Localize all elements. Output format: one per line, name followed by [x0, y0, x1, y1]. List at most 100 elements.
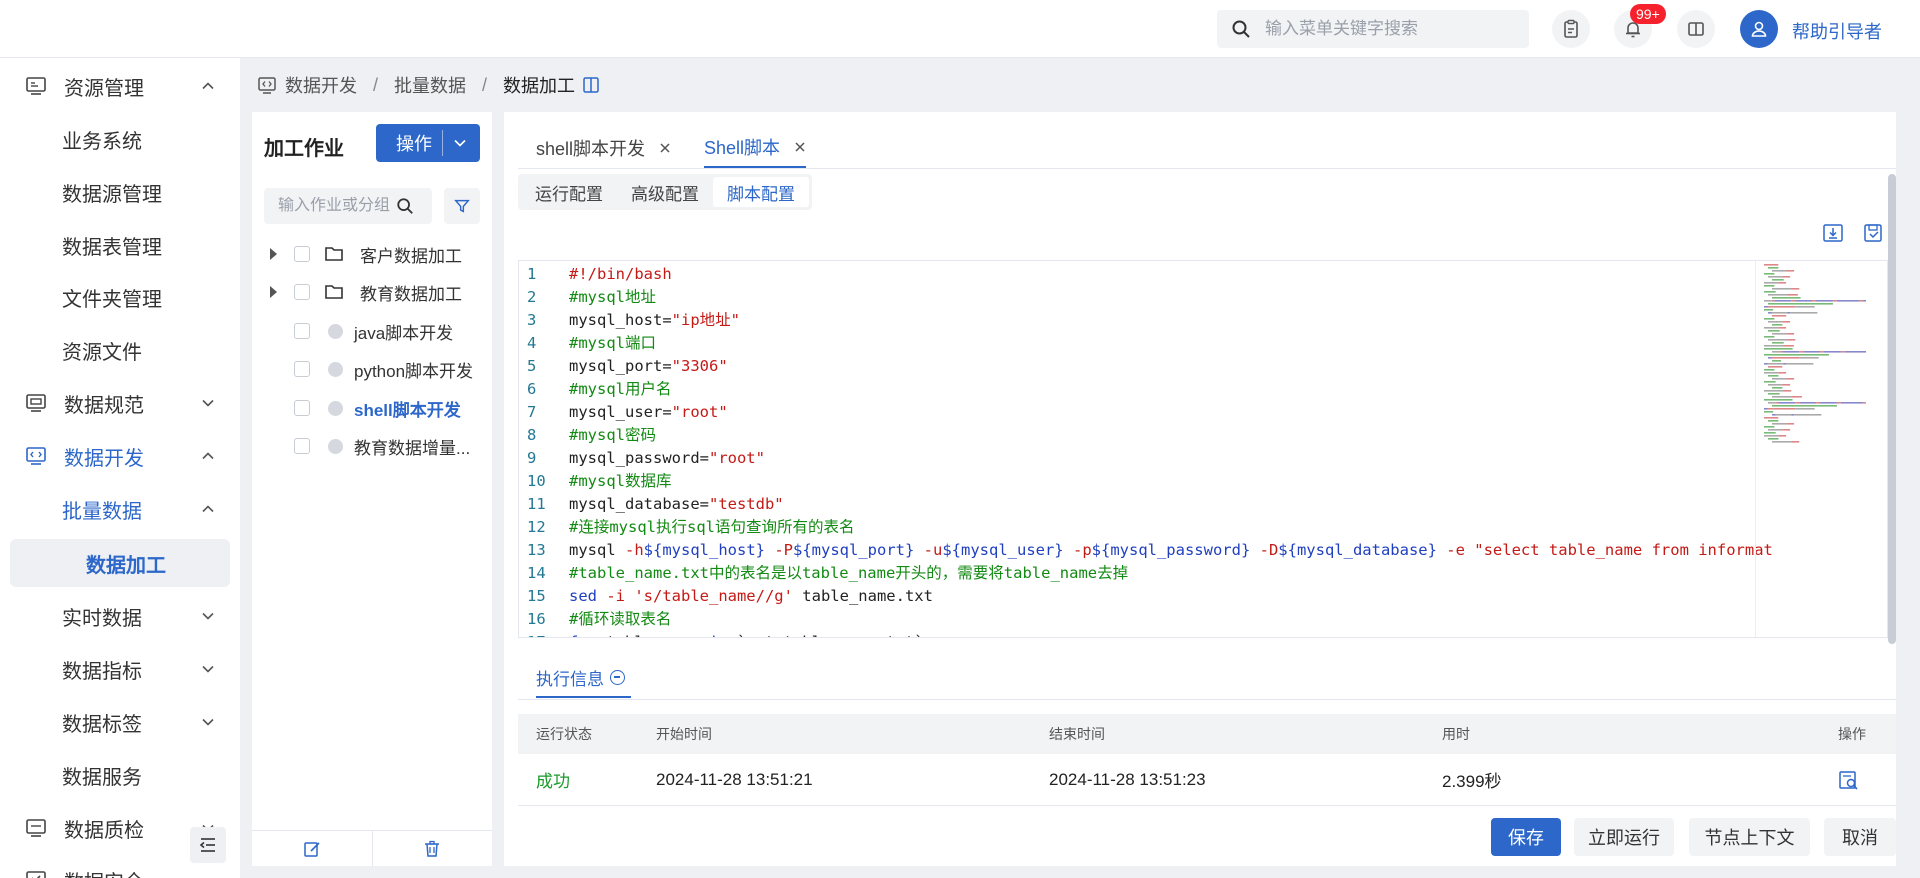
close-icon[interactable]	[794, 141, 806, 153]
line-number: 5	[527, 357, 537, 375]
delete-button[interactable]	[373, 831, 493, 866]
sidebar-item-data-service[interactable]: 数据服务	[10, 751, 230, 799]
caret-right-icon[interactable]	[270, 286, 277, 298]
sidebar-item-data-development[interactable]: 数据开发	[10, 432, 230, 480]
chevron-up-icon	[202, 452, 214, 460]
sidebar-item-datatable[interactable]: 数据表管理	[10, 221, 230, 269]
tree-job[interactable]: 教育数据增量...	[264, 428, 484, 464]
tab-script-config[interactable]: 脚本配置	[713, 177, 809, 207]
tree-job[interactable]: java脚本开发	[264, 313, 484, 349]
tab-run-config[interactable]: 运行配置	[521, 177, 617, 207]
sidebar-item-folder[interactable]: 文件夹管理	[10, 273, 230, 321]
view-log-button[interactable]	[1838, 754, 1860, 805]
download-icon[interactable]	[1822, 222, 1844, 244]
sidebar-item-resource-management[interactable]: 资源管理	[10, 62, 230, 110]
top-bar: 99+ 帮助引导者	[0, 0, 1920, 58]
sidebar-item-data-processing[interactable]: 数据加工	[10, 539, 230, 587]
table-row: 成功 2024-11-28 13:51:21 2024-11-28 13:51:…	[518, 754, 1896, 806]
sidebar-collapse-button[interactable]	[190, 827, 226, 863]
tree-job[interactable]: python脚本开发	[264, 351, 484, 387]
breadcrumb-item[interactable]: 批量数据	[394, 72, 466, 98]
edit-button[interactable]	[252, 831, 373, 866]
checkbox[interactable]	[294, 438, 310, 454]
config-segmented-control: 运行配置 高级配置 脚本配置	[518, 174, 812, 210]
user-icon	[1751, 21, 1767, 37]
book-icon[interactable]	[581, 75, 601, 95]
code-icon	[258, 77, 276, 94]
code-text: #mysql地址	[569, 288, 656, 306]
code-minimap[interactable]	[1755, 261, 1875, 637]
close-icon[interactable]	[659, 142, 671, 154]
tab-shell-dev[interactable]: shell脚本开发	[536, 128, 671, 168]
edit-icon	[304, 841, 320, 857]
node-context-button[interactable]: 节点上下文	[1689, 818, 1810, 856]
tab-shell-script[interactable]: Shell脚本	[704, 128, 807, 168]
sidebar-item-data-metrics[interactable]: 数据指标	[10, 645, 230, 693]
panel-scrollbar[interactable]	[1888, 174, 1896, 644]
checkbox[interactable]	[294, 400, 310, 416]
column-header: 结束时间	[1049, 726, 1105, 742]
tree-folder[interactable]: 教育数据加工	[264, 274, 484, 310]
sidebar-item-data-tags[interactable]: 数据标签	[10, 698, 230, 746]
notification-badge: 99+	[1630, 4, 1666, 24]
column-header: 运行状态	[536, 726, 592, 742]
cancel-button[interactable]: 取消	[1824, 818, 1896, 856]
breadcrumb-item[interactable]: 数据开发	[285, 72, 357, 98]
sidebar-item-datasource[interactable]: 数据源管理	[10, 168, 230, 216]
line-number: 6	[527, 380, 537, 398]
indent-icon	[199, 838, 215, 852]
menu-search[interactable]	[1217, 10, 1529, 48]
end-time-cell: 2024-11-28 13:51:23	[1049, 769, 1206, 789]
line-number: 14	[527, 564, 546, 582]
tab-execution-info[interactable]: 执行信息	[536, 658, 631, 698]
duration-cell: 2.399秒	[1442, 772, 1502, 791]
chevron-up-icon	[202, 505, 214, 513]
breadcrumb-separator: /	[373, 74, 379, 95]
clipboard-icon[interactable]	[1552, 10, 1590, 48]
tree-folder[interactable]: 客户数据加工	[264, 236, 484, 272]
checkbox[interactable]	[294, 323, 310, 339]
save-file-icon[interactable]	[1862, 222, 1884, 244]
menu-search-input[interactable]	[1265, 19, 1525, 39]
book-icon[interactable]	[1677, 10, 1715, 48]
code-text: #循环读取表名	[569, 610, 672, 628]
code-text: sed -i 's/table_name//g' table_name.txt	[569, 587, 933, 605]
sidebar-item-realtime-data[interactable]: 实时数据	[10, 592, 230, 640]
exec-table-header: 运行状态 开始时间 结束时间 用时 操作	[518, 714, 1896, 754]
search-icon	[397, 198, 413, 214]
save-button[interactable]: 保存	[1491, 818, 1561, 856]
status-dot	[328, 438, 343, 454]
user-name[interactable]: 帮助引导者	[1792, 18, 1882, 44]
sidebar-item-business-system[interactable]: 业务系统	[10, 115, 230, 163]
monitor-icon	[26, 77, 46, 95]
sidebar-item-batch-data[interactable]: 批量数据	[10, 485, 230, 533]
code-text: mysql_database="testdb"	[569, 495, 784, 513]
checkbox[interactable]	[294, 361, 310, 377]
code-editor[interactable]: 1 #!/bin/bash 2 #mysql地址 3 mysql_host="ip地址" 4…	[518, 260, 1888, 638]
status-dot	[328, 400, 343, 416]
log-search-icon	[1839, 770, 1858, 790]
caret-right-icon[interactable]	[270, 248, 277, 260]
sidebar-item-data-standard[interactable]: 数据规范	[10, 379, 230, 427]
line-number: 8	[527, 426, 537, 444]
tree-job-selected[interactable]: shell脚本开发	[264, 390, 484, 426]
sidebar: 资源管理 业务系统 数据源管理 数据表管理 文件夹管理 资源文件 数据规范 数据…	[0, 58, 240, 878]
checkbox[interactable]	[294, 246, 310, 262]
chevron-down-icon	[202, 399, 214, 407]
collapse-circle-icon[interactable]	[610, 669, 625, 685]
code-text: #mysql端口	[569, 334, 656, 352]
main-editor-panel: shell脚本开发 Shell脚本 运行配置 高级配置 脚本配置 1 #!/bin…	[504, 112, 1896, 866]
checkbox[interactable]	[294, 284, 310, 300]
run-now-button[interactable]: 立即运行	[1574, 818, 1674, 856]
status-cell: 成功	[536, 772, 570, 791]
operation-dropdown-button[interactable]: 操作	[376, 124, 480, 162]
sidebar-item-resource-file[interactable]: 资源文件	[10, 326, 230, 374]
filter-button[interactable]	[444, 188, 480, 224]
job-search-input[interactable]	[278, 197, 396, 215]
user-avatar[interactable]	[1740, 10, 1778, 48]
chevron-down-icon	[202, 612, 214, 620]
line-number: 12	[527, 518, 546, 536]
tab-advanced-config[interactable]: 高级配置	[617, 177, 713, 207]
folder-icon	[325, 285, 343, 299]
job-search[interactable]	[264, 188, 432, 224]
